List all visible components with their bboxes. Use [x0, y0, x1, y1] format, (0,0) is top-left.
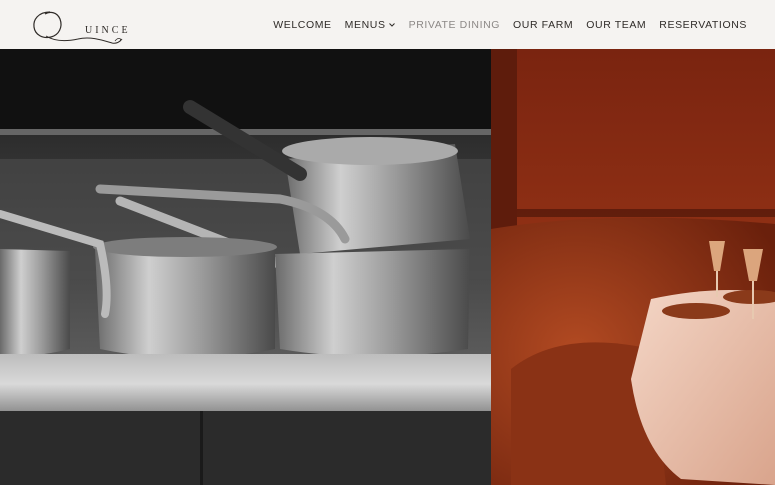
nav-private-dining-label: PRIVATE DINING	[408, 18, 501, 31]
nav-our-team[interactable]: OUR TEAM	[586, 19, 646, 31]
nav-our-farm[interactable]: OUR FARM	[513, 19, 573, 31]
booth-photo	[491, 49, 775, 485]
quince-logo[interactable]: UINCE	[30, 6, 128, 44]
nav-menus-label: MENUS	[344, 18, 386, 31]
logo-wordmark: UINCE	[85, 25, 131, 36]
hero-image-booth	[491, 49, 775, 485]
nav-reservations[interactable]: RESERVATIONS	[659, 19, 747, 31]
nav-menus[interactable]: MENUS	[345, 19, 396, 31]
nav-reservations-label: RESERVATIONS	[659, 18, 747, 31]
site-header: UINCE WELCOME MENUS PRIVATE DINING OUR F…	[0, 0, 775, 49]
hero-image-pots	[0, 49, 491, 485]
chevron-down-icon	[388, 22, 395, 27]
nav-welcome[interactable]: WELCOME	[273, 19, 331, 31]
pots-photo	[0, 49, 491, 485]
nav-welcome-label: WELCOME	[273, 18, 332, 31]
nav-our-farm-label: OUR FARM	[513, 18, 574, 31]
nav-our-team-label: OUR TEAM	[586, 18, 647, 31]
nav-private-dining[interactable]: PRIVATE DINING	[409, 19, 500, 31]
main-nav: WELCOME MENUS PRIVATE DINING OUR FARM OU…	[260, 0, 747, 49]
